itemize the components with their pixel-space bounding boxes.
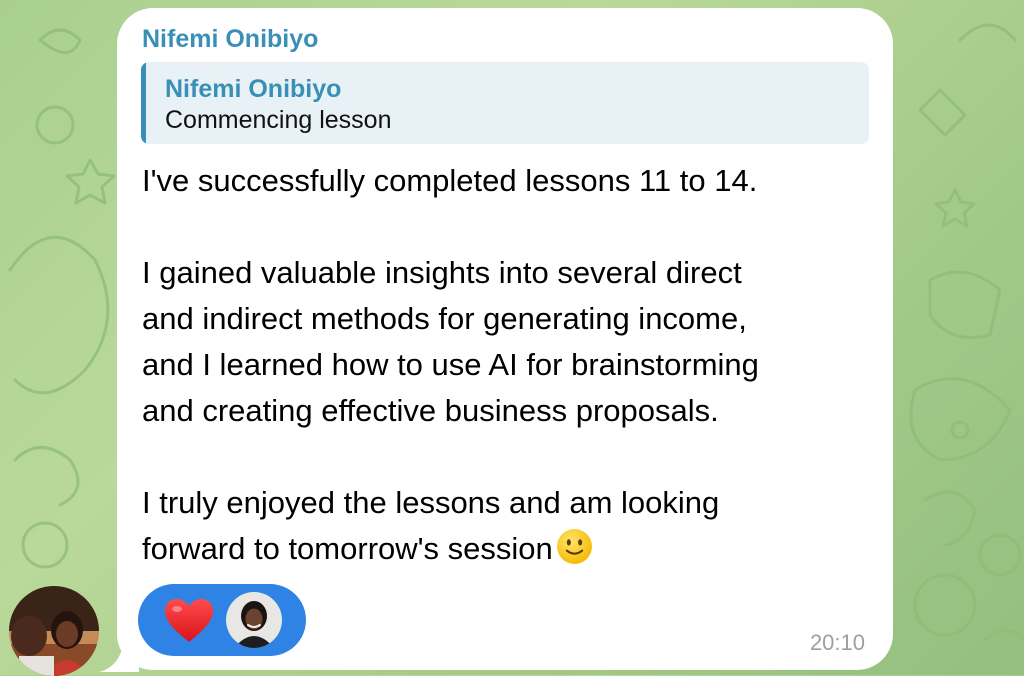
heart-icon: [165, 599, 213, 642]
sender-avatar[interactable]: [9, 586, 99, 676]
reaction-pill[interactable]: [138, 584, 306, 656]
message-paragraph: I've successfully completed lessons 11 t…: [142, 163, 758, 198]
message-timestamp: 20:10: [809, 630, 865, 655]
message-line: I truly enjoyed the lessons and am looki…: [142, 485, 720, 520]
reply-text: Commencing lesson: [165, 106, 392, 134]
message-bubble[interactable]: Nifemi Onibiyo Nifemi Onibiyo Commencing…: [117, 8, 893, 670]
sender-name[interactable]: Nifemi Onibiyo: [142, 25, 318, 54]
message-line: and creating effective business proposal…: [142, 393, 719, 428]
message-line: I gained valuable insights into several …: [142, 255, 742, 290]
reply-quote[interactable]: Nifemi Onibiyo Commencing lesson: [141, 62, 869, 144]
message-line-with-emoji: forward to tomorrow's session: [142, 526, 872, 572]
message-line: and indirect methods for generating inco…: [142, 301, 747, 336]
message-text: I've successfully completed lessons 11 t…: [142, 158, 872, 572]
message-line: forward to tomorrow's session: [142, 531, 553, 566]
reply-sender-name: Nifemi Onibiyo: [165, 75, 342, 103]
message-line: and I learned how to use AI for brainsto…: [142, 347, 759, 382]
reply-accent-bar: [141, 62, 146, 144]
avatar: [226, 592, 282, 648]
slightly-smiling-face-icon: [556, 529, 592, 564]
